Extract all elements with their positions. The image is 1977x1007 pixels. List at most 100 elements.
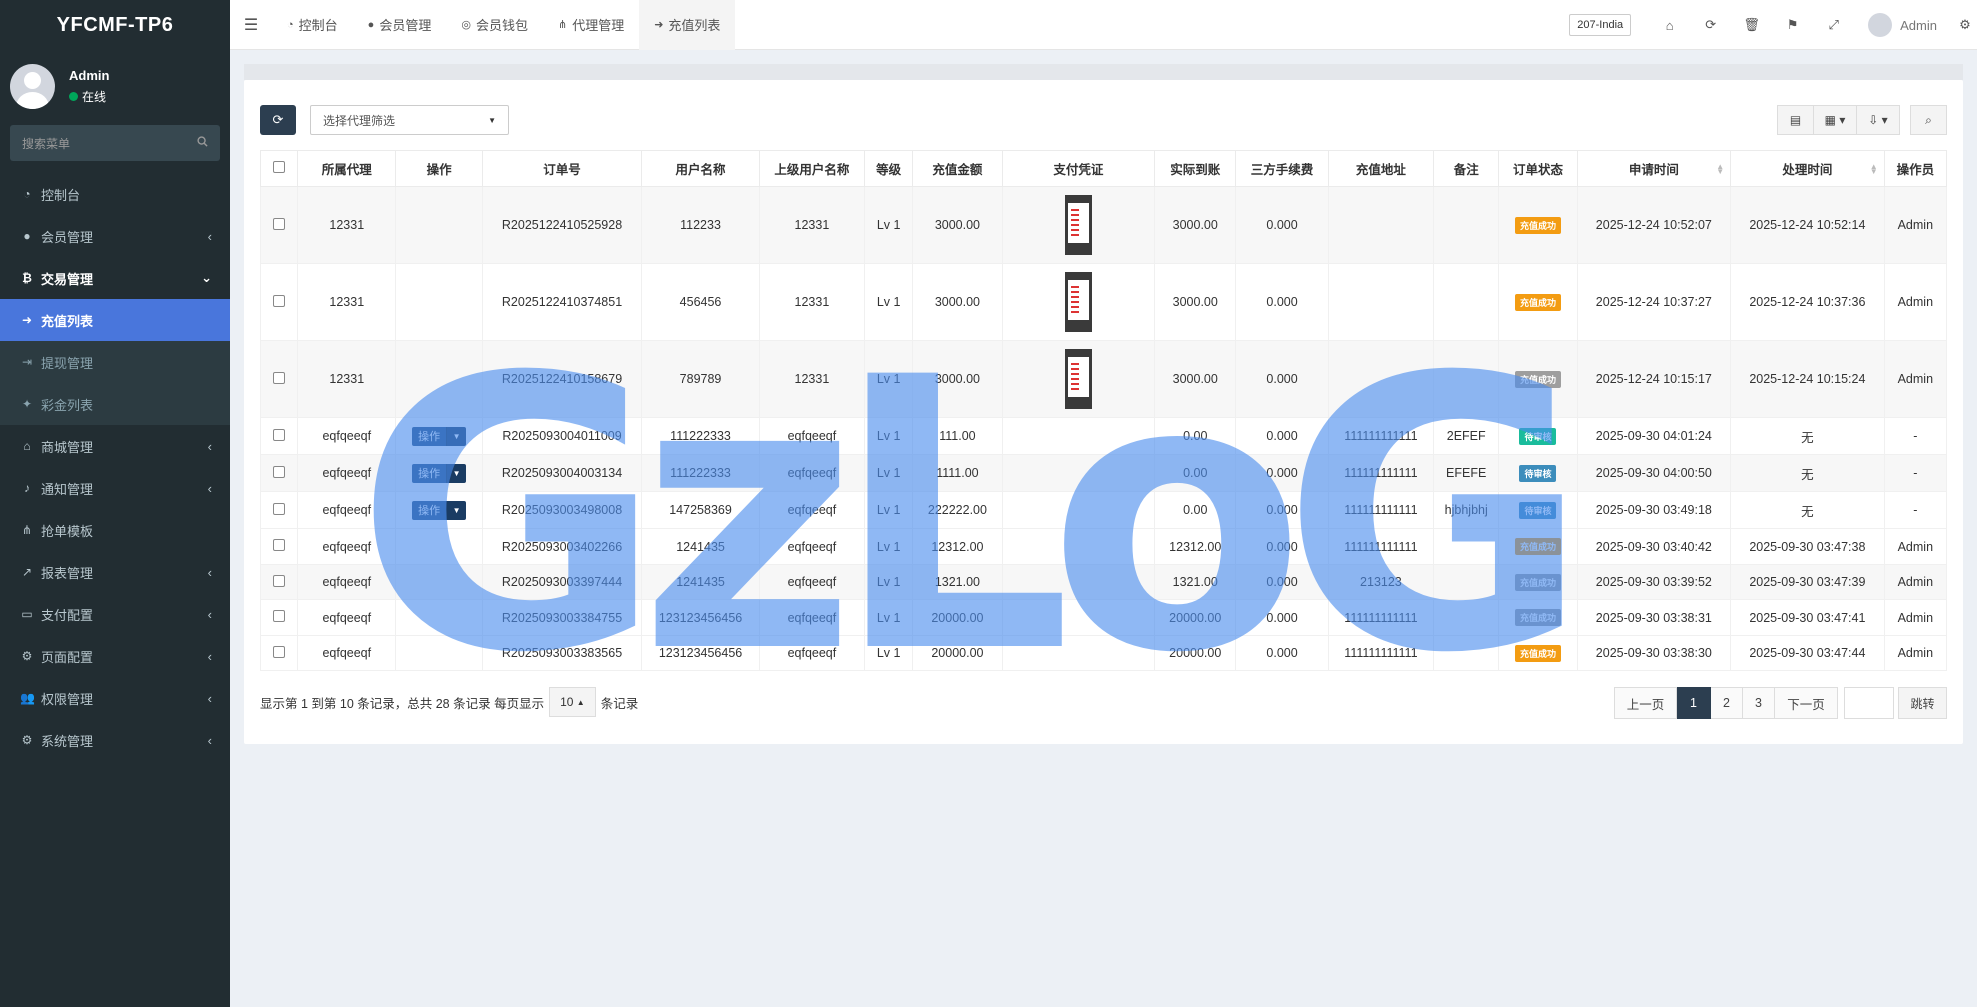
language-icon[interactable]: ⚑	[1772, 17, 1813, 33]
cell-amount: 3000.00	[912, 186, 1003, 264]
column-header-14[interactable]: 申请时间 ▲ ▼	[1576, 150, 1732, 187]
cell-actual: 3000.00	[1154, 263, 1237, 341]
sidebar-item-7[interactable]: ♪ 通知管理 ‹	[0, 467, 230, 509]
tab-1[interactable]: ● 会员管理	[353, 0, 447, 50]
row-action-dropdown-button[interactable]: 操作 ▼	[412, 500, 467, 520]
cell-apply: 2025-09-30 03:38:30	[1576, 635, 1732, 671]
sidebar-item-8[interactable]: ⋔ 抢单模板	[0, 509, 230, 551]
sidebar-item-0[interactable]: ◔ 控制台	[0, 173, 230, 215]
sidebar-item-11[interactable]: ⚙ 页面配置 ‹	[0, 635, 230, 677]
row-checkbox[interactable]	[273, 428, 286, 441]
sidebar-item-label: 系统管理	[41, 733, 94, 749]
sidebar-item-3[interactable]: ➜ 充值列表	[0, 299, 230, 341]
cell-address	[1327, 263, 1435, 341]
sidebar-item-1[interactable]: ● 会员管理 ‹	[0, 215, 230, 257]
status-badge: 充值成功	[1514, 370, 1561, 388]
tab-0[interactable]: ◔ 控制台	[272, 0, 353, 50]
row-action-dropdown-button[interactable]: 操作 ▼	[412, 463, 467, 483]
caret-down-icon[interactable]: ▼	[446, 426, 467, 446]
cell-agent: eqfqeeqf	[297, 635, 397, 671]
row-action-dropdown-button[interactable]: 操作 ▼	[412, 426, 467, 446]
caret-down-icon[interactable]: ▼	[446, 463, 467, 483]
sort-icon[interactable]: ▲ ▼	[1870, 163, 1878, 176]
table-row: eqfqeeqf 操作 ▼ R2025093003498008 147258369 eqf…	[259, 491, 1948, 529]
cell-receipt	[1001, 599, 1156, 636]
sidebar-item-4[interactable]: ⇥ 提现管理	[0, 341, 230, 383]
admin-avatar[interactable]	[1868, 13, 1893, 37]
status-badge: 待审核	[1519, 464, 1557, 482]
refresh-button[interactable]: ⟳	[260, 105, 296, 135]
row-checkbox[interactable]	[273, 371, 286, 384]
tab-4[interactable]: ➜ 充值列表	[639, 0, 736, 50]
jump-button[interactable]: 跳转	[1898, 687, 1947, 719]
tab-3[interactable]: ⋔ 代理管理	[543, 0, 639, 50]
row-checkbox[interactable]	[273, 217, 286, 230]
tab-2[interactable]: ◎ 会员钱包	[446, 0, 543, 50]
row-checkbox[interactable]	[273, 294, 286, 307]
toggle-view-button[interactable]: ▤	[1777, 105, 1814, 135]
search-icon[interactable]	[197, 136, 208, 150]
column-header-12: 备注	[1433, 150, 1500, 187]
row-checkbox[interactable]	[273, 465, 286, 478]
chevron-left-icon: ‹	[207, 732, 212, 748]
row-checkbox[interactable]	[273, 502, 286, 515]
row-checkbox[interactable]	[273, 574, 286, 587]
sidebar-item-13[interactable]: ⚙ 系统管理 ‹	[0, 719, 230, 761]
cell-agent: eqfqeeqf	[297, 454, 397, 492]
sort-icon[interactable]: ▲ ▼	[1716, 163, 1724, 176]
cell-op	[395, 635, 483, 671]
country-badge[interactable]: 207-India	[1569, 14, 1632, 36]
select-all-checkbox[interactable]	[273, 161, 286, 173]
sitemap-icon: ⋔	[557, 19, 568, 31]
gift-icon: ✦	[21, 397, 33, 411]
sidebar-item-label: 通知管理	[41, 481, 94, 497]
sidebar-item-2[interactable]: ₿ 交易管理 ⌄	[0, 257, 230, 299]
home-icon[interactable]: ⌂	[1649, 18, 1690, 33]
cell-user: 123123456456	[641, 599, 760, 636]
page-size-select[interactable]: 10 ▲	[549, 687, 596, 717]
sidebar-item-6[interactable]: ⌂ 商城管理 ‹	[0, 425, 230, 467]
sidebar-item-label: 控制台	[41, 187, 81, 203]
sidebar-item-10[interactable]: ▭ 支付配置 ‹	[0, 593, 230, 635]
sidebar-item-label: 会员管理	[41, 229, 94, 245]
row-checkbox[interactable]	[273, 610, 286, 622]
top-tabs: ◔ 控制台 ● 会员管理 ◎ 会员钱包 ⋔ 代理管理 ➜ 充值列表	[272, 0, 736, 50]
cell-agent: eqfqeeqf	[297, 564, 397, 600]
search-button[interactable]: ⌕	[1910, 105, 1947, 135]
cell-fee: 0.000	[1235, 186, 1329, 264]
menu-toggle-icon[interactable]: ☰	[230, 15, 272, 35]
page-3-button[interactable]: 3	[1743, 687, 1775, 719]
column-header-15[interactable]: 处理时间 ▲ ▼	[1730, 150, 1885, 187]
app-logo[interactable]: YFCMF-TP6	[0, 0, 230, 50]
column-header-label: 申请时间	[1628, 163, 1679, 177]
row-checkbox[interactable]	[273, 645, 286, 658]
recharge-list-panel: ⟳ 选择代理筛选 ▼ ▤ ▦ ▾ ⇩ ▾ ⌕ 所属代理 操作 订单号 用户名称 上级用户…	[244, 80, 1963, 744]
admin-name[interactable]: Admin	[1900, 18, 1937, 33]
column-header-1: 所属代理	[297, 150, 397, 187]
sidebar-item-12[interactable]: 👥 权限管理 ‹	[0, 677, 230, 719]
sidebar-item-5[interactable]: ✦ 彩金列表	[0, 383, 230, 425]
menu-search-input[interactable]: 搜索菜单	[10, 125, 220, 161]
cell-apply: 2025-09-30 03:39:52	[1576, 564, 1732, 600]
prev-page-button[interactable]: 上一页	[1614, 687, 1677, 719]
payment-receipt-thumbnail[interactable]	[1064, 349, 1092, 409]
next-page-button[interactable]: 下一页	[1775, 687, 1838, 719]
row-checkbox[interactable]	[273, 539, 286, 551]
jump-page-input[interactable]	[1844, 687, 1894, 719]
trash-icon[interactable]: 🗑	[1731, 17, 1772, 33]
table-row: eqfqeeqf R2025093003383565 123123456456 eqf…	[259, 635, 1948, 671]
cell-user: 112233	[641, 186, 760, 264]
export-button[interactable]: ⇩ ▾	[1857, 105, 1900, 135]
page-2-button[interactable]: 2	[1711, 687, 1743, 719]
settings-icon[interactable]: ⚙	[1953, 17, 1977, 33]
payment-receipt-thumbnail[interactable]	[1064, 195, 1092, 255]
columns-button[interactable]: ▦ ▾	[1814, 105, 1857, 135]
column-header-0[interactable]	[259, 150, 299, 187]
payment-receipt-thumbnail[interactable]	[1064, 272, 1092, 332]
fullscreen-icon[interactable]: ⤢	[1813, 17, 1854, 33]
page-1-button[interactable]: 1	[1677, 687, 1711, 719]
agent-filter-select[interactable]: 选择代理筛选 ▼	[310, 105, 509, 135]
caret-down-icon[interactable]: ▼	[446, 500, 467, 520]
refresh-icon[interactable]: ⟳	[1690, 17, 1731, 33]
sidebar-item-9[interactable]: ↗ 报表管理 ‹	[0, 551, 230, 593]
